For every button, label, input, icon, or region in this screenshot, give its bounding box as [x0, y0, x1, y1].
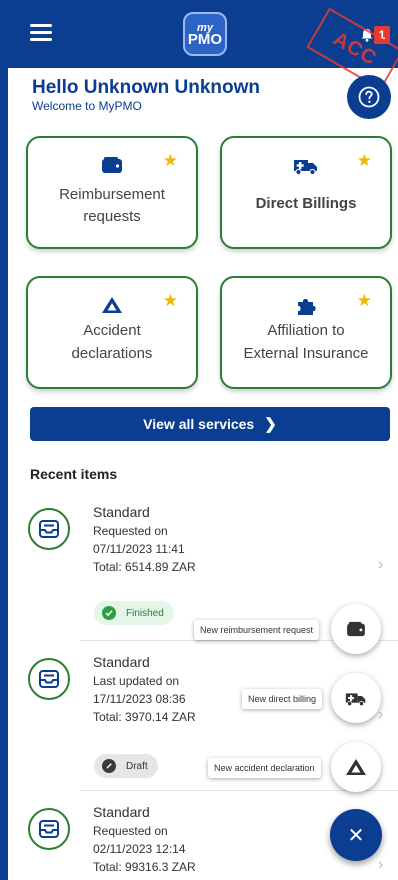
favorite-star-icon[interactable]: ★ — [357, 152, 372, 169]
logo-text-pmo: PMO — [187, 31, 223, 48]
recent-item-type: Standard — [93, 804, 150, 820]
service-card-reimbursement[interactable]: ★ Reimbursement requests — [26, 136, 198, 249]
ambulance-icon — [345, 692, 366, 706]
recent-item-date-label: Requested on — [93, 824, 168, 838]
service-label-line1: Accident — [83, 322, 141, 339]
favorite-star-icon[interactable]: ★ — [163, 292, 178, 309]
recent-item-date: 17/11/2023 08:36 — [93, 692, 186, 706]
chevron-right-icon: ❯ — [264, 416, 277, 433]
app-header: my PMO 1 — [8, 0, 398, 68]
help-button[interactable] — [347, 75, 391, 119]
new-direct-billing-fab[interactable] — [331, 673, 381, 723]
status-label: Finished — [126, 607, 164, 619]
recent-item-date-label: Last updated on — [93, 674, 180, 688]
bell-icon[interactable] — [360, 28, 374, 42]
service-label-line2: External Insurance — [243, 345, 369, 362]
status-label: Draft — [126, 760, 148, 772]
inbox-icon-circle — [28, 658, 70, 700]
recent-items-title: Recent items — [30, 466, 118, 482]
wallet-icon — [347, 621, 365, 637]
favorite-star-icon[interactable]: ★ — [357, 292, 372, 309]
fab-close-button[interactable]: ✕ — [330, 809, 382, 861]
chevron-right-icon: › — [378, 556, 384, 573]
recent-item-total: Total: 6514.89 ZAR — [93, 560, 196, 574]
new-reimbursement-fab[interactable] — [331, 604, 381, 654]
recent-item-total: Total: 3970.14 ZAR — [93, 710, 196, 724]
greeting-title: Hello Unknown Unknown — [32, 77, 260, 98]
chevron-right-icon: › — [378, 706, 384, 723]
fab-action-label[interactable]: New reimbursement request — [194, 620, 320, 640]
new-accident-declaration-fab[interactable] — [331, 742, 381, 792]
status-badge: Finished — [94, 601, 174, 625]
recent-item-type: Standard — [93, 504, 150, 520]
chevron-right-icon: › — [378, 856, 384, 873]
service-label-line2: requests — [83, 208, 141, 225]
warning-triangle-icon — [102, 297, 122, 313]
hamburger-menu-icon[interactable] — [30, 24, 52, 42]
inbox-icon — [39, 520, 59, 538]
left-frame-edge — [0, 0, 8, 880]
recent-item-text: Standard Requested on 02/11/2023 12:14 T… — [93, 802, 196, 876]
view-all-services-label: View all services — [143, 416, 255, 432]
check-circle-icon — [102, 606, 116, 620]
help-icon — [358, 86, 380, 108]
service-label-line1: Reimbursement — [59, 186, 165, 203]
inbox-icon-circle — [28, 808, 70, 850]
recent-item-date: 02/11/2023 12:14 — [93, 842, 186, 856]
inbox-icon — [39, 670, 59, 688]
recent-item-total: Total: 99316.3 ZAR — [93, 860, 196, 874]
ambulance-icon — [294, 160, 317, 176]
greeting-subtitle: Welcome to MyPMO — [32, 99, 142, 113]
fab-action-label[interactable]: New accident declaration — [208, 758, 321, 778]
status-badge: Draft — [94, 754, 158, 778]
service-card-direct-billings[interactable]: ★ Direct Billings — [220, 136, 392, 249]
recent-item-type: Standard — [93, 654, 150, 670]
recent-item-date: 07/11/2023 11:41 — [93, 542, 185, 556]
wallet-icon — [102, 157, 122, 173]
inbox-icon — [39, 820, 59, 838]
notification-badge[interactable]: 1 — [374, 26, 390, 44]
pencil-icon — [102, 759, 116, 773]
puzzle-icon — [298, 299, 316, 315]
recent-item-text: Standard Requested on 07/11/2023 11:41 T… — [93, 502, 196, 576]
warning-triangle-icon — [346, 759, 366, 775]
service-card-accident[interactable]: ★ Accident declarations — [26, 276, 198, 389]
close-icon: ✕ — [347, 824, 365, 847]
view-all-services-button[interactable]: View all services ❯ — [30, 407, 390, 441]
mypmo-logo[interactable]: my PMO — [183, 12, 227, 56]
service-card-affiliation[interactable]: ★ Affiliation to External Insurance — [220, 276, 392, 389]
favorite-star-icon[interactable]: ★ — [163, 152, 178, 169]
service-label-line1: Affiliation to — [267, 322, 345, 339]
recent-item-date-label: Requested on — [93, 524, 168, 538]
inbox-icon-circle — [28, 508, 70, 550]
service-label-line2: declarations — [71, 345, 153, 362]
fab-action-label[interactable]: New direct billing — [242, 689, 323, 709]
recent-item-text: Standard Last updated on 17/11/2023 08:3… — [93, 652, 196, 726]
service-label-line1: Direct Billings — [255, 195, 357, 212]
